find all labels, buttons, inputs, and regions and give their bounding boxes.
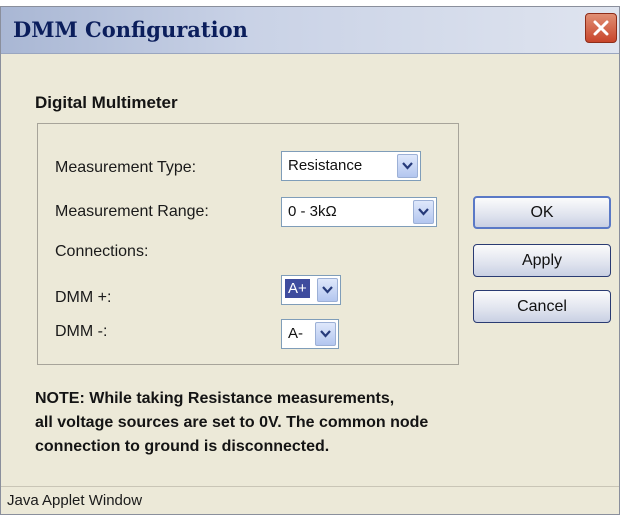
measurement-type-value: Resistance xyxy=(288,157,363,174)
chevron-down-icon[interactable] xyxy=(413,200,434,224)
note-line: all voltage sources are set to 0V. The c… xyxy=(35,414,429,431)
dmm-minus-value: A- xyxy=(288,325,303,342)
chevron-down-icon[interactable] xyxy=(317,278,338,302)
dmm-minus-label: DMM -: xyxy=(55,323,108,340)
ok-button[interactable]: OK xyxy=(473,196,611,229)
chevron-down-icon[interactable] xyxy=(397,154,418,178)
chevron-down-icon[interactable] xyxy=(315,322,336,346)
measurement-range-select[interactable]: 0 - 3kΩ xyxy=(281,197,437,227)
cancel-button[interactable]: Cancel xyxy=(473,290,611,323)
note-line: connection to ground is disconnected. xyxy=(35,438,330,455)
dmm-plus-label: DMM +: xyxy=(55,289,112,306)
apply-button[interactable]: Apply xyxy=(473,244,611,277)
measurement-range-value: 0 - 3kΩ xyxy=(288,203,337,220)
dmm-plus-select[interactable]: A+ xyxy=(281,275,341,305)
connections-label: Connections: xyxy=(55,243,149,260)
applet-warning-text: Java Applet Window xyxy=(7,492,143,509)
note-line: NOTE: While taking Resistance measuremen… xyxy=(35,390,395,407)
measurement-range-label: Measurement Range: xyxy=(55,203,209,220)
section-heading: Digital Multimeter xyxy=(35,93,178,112)
dmm-minus-select[interactable]: A- xyxy=(281,319,339,349)
measurement-type-select[interactable]: Resistance xyxy=(281,151,421,181)
dmm-plus-value: A+ xyxy=(285,279,310,298)
resistance-note: NOTE: While taking Resistance measuremen… xyxy=(35,387,595,459)
close-icon xyxy=(593,20,609,36)
title-bar[interactable]: DMM Configuration xyxy=(1,7,619,54)
window-title: DMM Configuration xyxy=(13,17,248,42)
close-button[interactable] xyxy=(585,13,617,43)
applet-status-bar: Java Applet Window xyxy=(1,486,619,515)
measurement-type-label: Measurement Type: xyxy=(55,159,197,176)
dmm-config-dialog: DMM Configuration Digital Multimeter Mea… xyxy=(0,6,620,515)
